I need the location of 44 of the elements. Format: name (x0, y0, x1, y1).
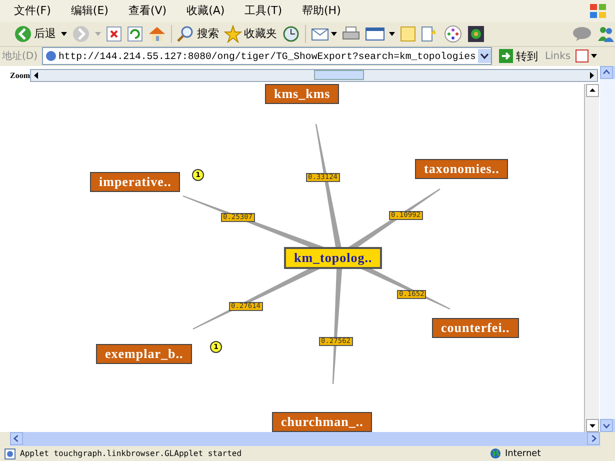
history-icon[interactable] (282, 24, 300, 43)
dropdown-arrow-icon[interactable] (61, 32, 67, 36)
go-arrow-icon (498, 49, 513, 64)
favorites-button[interactable]: 收藏夹 (224, 24, 277, 43)
status-text: Applet touchgraph.linkbrowser.GLApplet started (20, 449, 242, 458)
vertical-scrollbar[interactable] (600, 66, 615, 432)
zone-text: Internet (505, 448, 542, 459)
zoom-slider[interactable] (30, 68, 598, 82)
search-icon (177, 24, 195, 43)
graph-node[interactable]: taxonomies.. (415, 159, 508, 180)
graph-node[interactable]: counterfei.. (432, 318, 519, 338)
page-icon (4, 448, 16, 460)
menu-item[interactable]: 查看(V) (128, 3, 167, 18)
refresh-icon[interactable] (127, 26, 143, 42)
zoom-thumb[interactable] (314, 70, 364, 80)
globe-icon (490, 448, 501, 460)
graph-node[interactable]: km_topolog.. (284, 247, 382, 270)
graph-node[interactable]: exemplar_b.. (96, 344, 192, 364)
graph-node[interactable]: churchman_.. (272, 412, 372, 432)
home-icon[interactable] (148, 26, 166, 42)
dots-icon[interactable] (444, 24, 462, 43)
people-icon[interactable] (597, 24, 615, 43)
stop-icon[interactable] (106, 26, 122, 42)
vertical-scrollbar[interactable] (584, 84, 599, 432)
menu-item[interactable]: 帮助(H) (302, 3, 341, 18)
back-button[interactable]: 后退 (14, 24, 56, 43)
printer-icon[interactable] (342, 26, 360, 42)
zoom-label: Zoom (10, 70, 30, 80)
graph-node[interactable]: kms_kms (265, 84, 340, 104)
address-label: 地址(D) (2, 50, 38, 64)
page-icon (44, 50, 57, 62)
windows-logo-icon (589, 2, 607, 19)
menu-item[interactable]: 文件(F) (14, 3, 51, 18)
star-icon (224, 24, 242, 43)
flower-icon[interactable] (467, 24, 485, 43)
menu-item[interactable]: 编辑(E) (70, 3, 108, 18)
url-text: http://144.214.55.127:8080/ong/tiger/TG_ShowExport?search=km_topologies (58, 50, 476, 62)
menu-item[interactable]: 工具(T) (244, 3, 282, 18)
mail-icon[interactable] (311, 26, 337, 42)
search-button[interactable]: 搜索 (177, 24, 219, 43)
go-button[interactable]: 转到 (496, 48, 541, 64)
graph-node[interactable]: imperative.. (90, 172, 180, 192)
menu-item[interactable]: 收藏(A) (186, 3, 225, 18)
address-field[interactable]: http://144.214.55.127:8080/ong/tiger/TG_ShowExport?search=km_topologies (42, 47, 492, 66)
